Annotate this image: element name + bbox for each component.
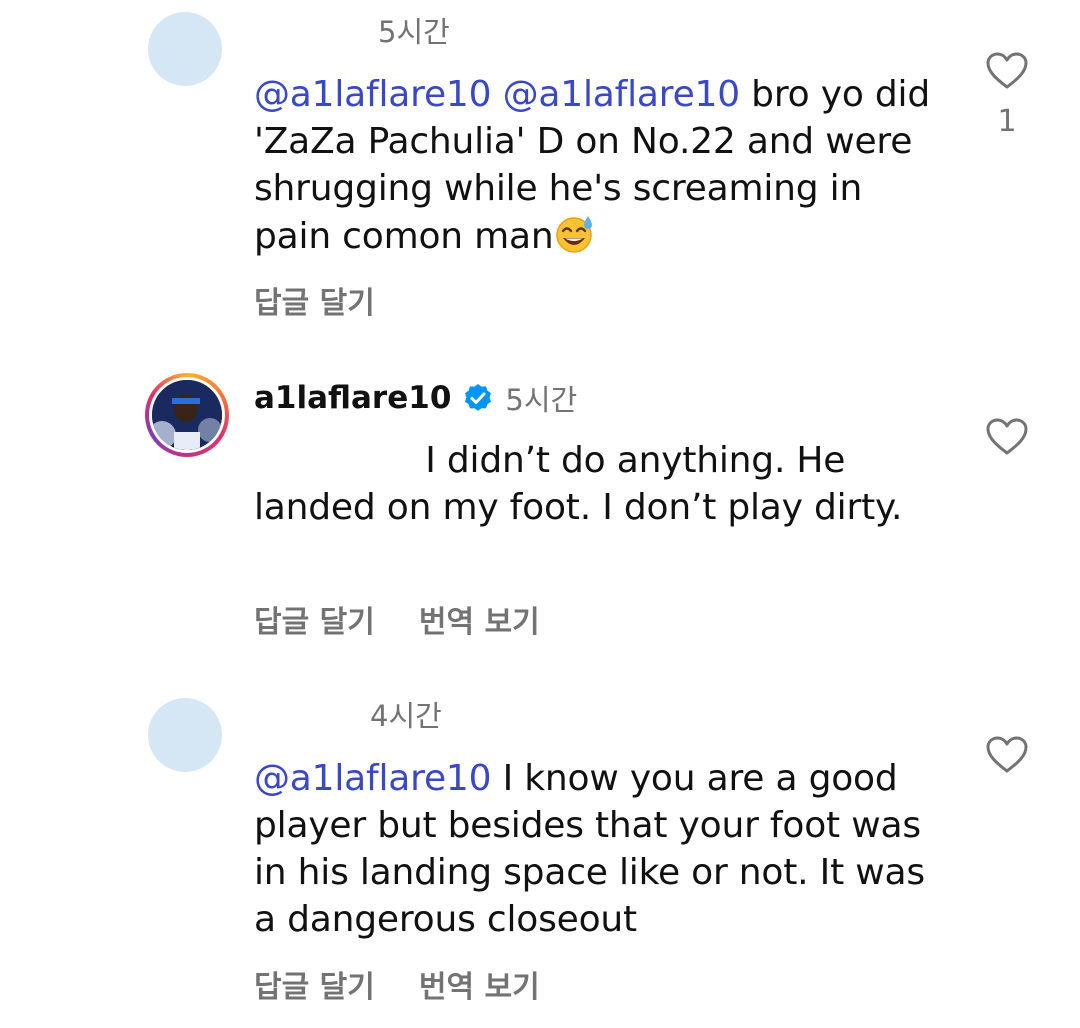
mention-link[interactable]: @a1laflare10 bbox=[254, 74, 492, 115]
comment-header: a1laflare10 5시간 bbox=[254, 378, 577, 418]
sweat-smile-emoji-icon bbox=[554, 212, 596, 254]
like-control bbox=[986, 736, 1028, 774]
see-translation-button[interactable]: 번역 보기 bbox=[419, 597, 540, 641]
comment-text: I didn’t do anything. He landed on my fo… bbox=[254, 437, 944, 531]
comment-header: 5시간 bbox=[254, 10, 450, 50]
heart-icon[interactable] bbox=[986, 736, 1028, 774]
timestamp: 4시간 bbox=[370, 699, 442, 733]
avatar[interactable] bbox=[148, 12, 222, 86]
heart-icon[interactable] bbox=[986, 418, 1028, 456]
mention-link[interactable]: @a1laflare10 bbox=[503, 74, 741, 115]
avatar[interactable] bbox=[148, 698, 222, 772]
like-count: 1 bbox=[997, 104, 1017, 139]
timestamp: 5시간 bbox=[505, 383, 578, 417]
username[interactable]: a1laflare10 bbox=[254, 380, 451, 416]
avatar bbox=[152, 380, 222, 450]
mention-link[interactable]: @a1laflare10 bbox=[254, 758, 492, 799]
hidden-username bbox=[254, 699, 358, 729]
comment-actions: 답글 달기 번역 보기 bbox=[254, 597, 540, 641]
comment-actions: 답글 달기 bbox=[254, 278, 375, 322]
comment-text: @a1laflare10 @a1laflare10 bro yo did 'Za… bbox=[254, 71, 944, 260]
hidden-username bbox=[254, 15, 366, 45]
comment-header: 4시간 bbox=[254, 694, 442, 734]
redacted-mention bbox=[254, 444, 414, 480]
like-control: 1 bbox=[986, 52, 1028, 139]
avatar-story-ring[interactable] bbox=[145, 373, 229, 457]
like-control bbox=[986, 418, 1028, 456]
timestamp: 5시간 bbox=[378, 15, 450, 49]
reply-button[interactable]: 답글 달기 bbox=[254, 278, 375, 322]
see-translation-button[interactable]: 번역 보기 bbox=[419, 962, 540, 1006]
reply-button[interactable]: 답글 달기 bbox=[254, 597, 375, 641]
heart-icon[interactable] bbox=[986, 52, 1028, 90]
player-photo-icon bbox=[152, 380, 222, 450]
verified-badge-icon bbox=[463, 383, 493, 413]
comment-text: @a1laflare10 I know you are a good playe… bbox=[254, 755, 944, 943]
comment-actions: 답글 달기 번역 보기 bbox=[254, 962, 540, 1006]
reply-button[interactable]: 답글 달기 bbox=[254, 962, 375, 1006]
